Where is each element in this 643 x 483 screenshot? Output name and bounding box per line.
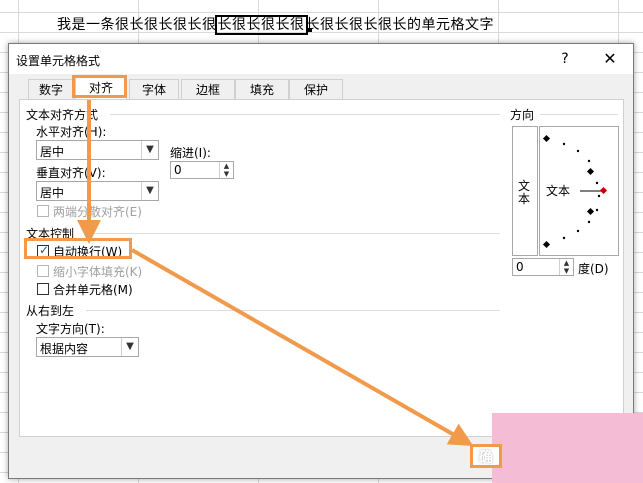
dial-dot xyxy=(562,236,566,240)
dial-dot xyxy=(595,208,599,212)
dial-dot xyxy=(562,142,566,146)
separator xyxy=(540,114,618,115)
tab-border[interactable]: 边框 xyxy=(181,79,235,100)
cell-content: 我是一条很长很长很长很长很长很长很长很长很长很长的单元格文字 xyxy=(57,14,494,35)
tab-number[interactable]: 数字 xyxy=(28,79,74,100)
tab-fill[interactable]: 填充 xyxy=(235,79,289,100)
dial-neg45-marker xyxy=(586,207,595,216)
shrink-to-fit-label: 缩小字体填充(K) xyxy=(53,265,143,279)
chevron-down-icon: ▼ xyxy=(141,182,158,200)
spin-arrows-icon[interactable]: ▲ ▼ xyxy=(219,162,233,178)
text-direction-label: 文字方向(T): xyxy=(36,322,105,336)
cell-text-suffix: 长很长很长很长的单元格文字 xyxy=(305,17,494,33)
orientation-dial[interactable]: 文本 xyxy=(539,126,619,256)
shrink-to-fit-checkbox[interactable] xyxy=(37,265,49,277)
dial-dot xyxy=(587,220,591,224)
close-button[interactable]: ✕ xyxy=(598,48,622,70)
tab-font[interactable]: 字体 xyxy=(129,79,179,100)
cell-text-prefix: 我是一条很长很长很长很 xyxy=(57,17,217,33)
ok-button-label: 确 xyxy=(479,450,493,466)
pink-overlay-block xyxy=(492,413,643,483)
dial-dot xyxy=(576,149,580,153)
wrap-text-highlight-box xyxy=(24,238,132,259)
horizontal-align-label: 水平对齐(H): xyxy=(36,125,107,139)
spin-arrows-icon[interactable]: ▲ ▼ xyxy=(559,259,573,275)
distributed-checkbox[interactable] xyxy=(37,205,49,217)
vertical-text-label: 文本 xyxy=(518,179,531,206)
dial-dot xyxy=(597,194,601,198)
dial-svg: 文本 xyxy=(542,134,608,249)
vertical-align-value: 居中 xyxy=(40,186,65,200)
text-direction-value: 根据内容 xyxy=(40,342,89,356)
degree-label: 度(D) xyxy=(578,262,609,276)
distributed-label: 两端分散对齐(E) xyxy=(53,205,142,219)
tab-protection[interactable]: 保护 xyxy=(289,79,343,100)
indent-spinner[interactable]: 0 ▲ ▼ xyxy=(170,161,234,179)
orientation-heading: 方向 xyxy=(510,108,535,122)
indent-value: 0 xyxy=(174,163,182,177)
dialog-title: 设置单元格格式 xyxy=(16,54,101,68)
horizontal-align-select[interactable]: 居中 ▼ xyxy=(36,140,159,160)
rtl-heading: 从右到左 xyxy=(26,304,75,318)
dial-dot xyxy=(587,159,591,163)
indent-label: 缩进(I): xyxy=(170,146,211,160)
dial-top-marker xyxy=(542,134,551,143)
text-alignment-heading: 文本对齐方式 xyxy=(26,108,99,122)
vertical-align-select[interactable]: 居中 ▼ xyxy=(36,181,159,201)
merge-cells-checkbox[interactable] xyxy=(37,283,49,295)
dial-dot xyxy=(595,181,599,185)
degree-spinner[interactable]: 0 ▲ ▼ xyxy=(512,258,574,276)
title-bar: 设置单元格格式 ? ✕ xyxy=(9,44,633,74)
separator xyxy=(110,114,500,115)
merge-cells-label: 合并单元格(M) xyxy=(53,283,133,297)
tab-highlight-box xyxy=(72,75,127,98)
dial-text: 文本 xyxy=(546,183,570,198)
separator xyxy=(86,310,500,311)
dial-bottom-marker xyxy=(542,240,551,249)
separator xyxy=(86,233,500,234)
dial-handle-icon[interactable] xyxy=(599,186,608,195)
fill-handle[interactable] xyxy=(308,28,312,32)
chevron-down-icon: ▼ xyxy=(141,141,158,159)
text-direction-select[interactable]: 根据内容 ▼ xyxy=(36,337,139,357)
help-button[interactable]: ? xyxy=(553,48,577,70)
dial-dot xyxy=(576,229,580,233)
horizontal-align-value: 居中 xyxy=(40,145,65,159)
dial-45-marker xyxy=(586,167,595,176)
cell-text-highlight: 长很长很长很 xyxy=(214,15,308,35)
vertical-text-toggle[interactable]: 文本 xyxy=(512,126,538,256)
vertical-align-label: 垂直对齐(V): xyxy=(36,166,106,180)
degree-value: 0 xyxy=(516,260,524,274)
chevron-down-icon: ▼ xyxy=(121,338,138,356)
